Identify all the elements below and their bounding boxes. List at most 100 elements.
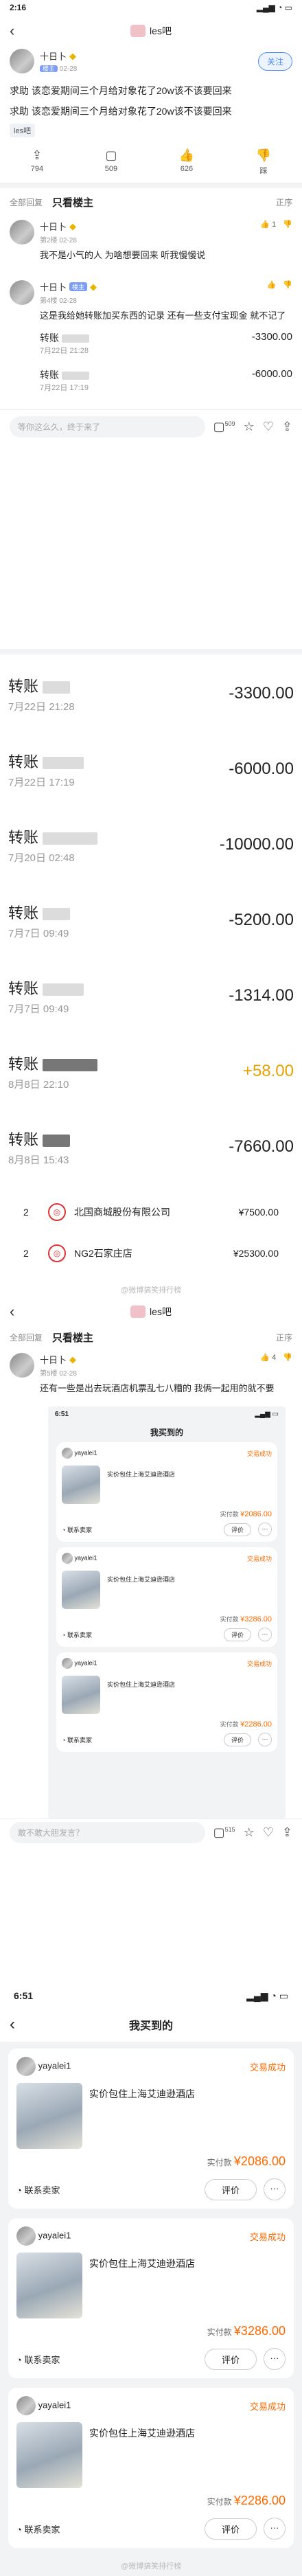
product-title[interactable]: 实价包住上海艾迪逊酒店 bbox=[89, 2087, 286, 2101]
more-button[interactable]: ··· bbox=[258, 1628, 272, 1641]
op-level: 楼主 bbox=[69, 282, 88, 291]
merchant-row[interactable]: 2 ◎ NG2石家庄店 ¥25300.00 bbox=[0, 1233, 302, 1274]
product-thumbnail[interactable] bbox=[16, 2253, 82, 2318]
comment-icon[interactable]: ▢509 bbox=[213, 420, 235, 434]
product-title[interactable]: 实价包住上海艾迪逊酒店 bbox=[107, 1575, 272, 1584]
dislike-icon[interactable]: 👎 bbox=[283, 280, 292, 289]
contact-seller-button[interactable]: ◔ 联系卖家 bbox=[16, 2522, 60, 2535]
forum-title[interactable]: les吧 bbox=[130, 24, 172, 38]
forum-tag[interactable]: les吧 bbox=[10, 124, 36, 137]
evaluate-button[interactable]: 评价 bbox=[223, 1733, 251, 1746]
contact-seller-button[interactable]: ◔ 联系卖家 bbox=[62, 1735, 92, 1744]
post-line: 求助 该恋爱期间三个月给对象花了20w该不该要回来 bbox=[10, 85, 232, 96]
evaluate-button[interactable]: 评价 bbox=[204, 2348, 257, 2370]
filter-all[interactable]: 全部回复 bbox=[10, 196, 43, 208]
reply-input[interactable]: 等你这么久，终于来了 bbox=[10, 416, 205, 437]
transaction-row[interactable]: 转账 7月7日 09:49 -1314.00 bbox=[0, 958, 302, 1034]
product-title[interactable]: 实价包住上海艾迪逊酒店 bbox=[89, 2426, 286, 2440]
reply-author[interactable]: 十日卜 bbox=[40, 280, 67, 293]
more-button[interactable]: ··· bbox=[258, 1523, 272, 1536]
avatar[interactable] bbox=[10, 1353, 34, 1378]
avatar[interactable] bbox=[10, 220, 34, 244]
contact-seller-button[interactable]: ◔ 联系卖家 bbox=[62, 1630, 92, 1639]
avatar[interactable] bbox=[10, 49, 34, 73]
op-name[interactable]: 十日卜 bbox=[40, 49, 67, 62]
transaction-row[interactable]: 转账 7月7日 09:49 -5200.00 bbox=[0, 882, 302, 958]
order-card[interactable]: yayalei1 交易成功 实价包住上海艾迪逊酒店 实付款 ¥2286.00 ◔ 联系卖… bbox=[56, 1652, 277, 1752]
seller-name[interactable]: yayalei1 bbox=[62, 1658, 97, 1669]
order-card[interactable]: yayalei1 交易成功 实价包住上海艾迪逊酒店 实付款 ¥3286.00 ◔ 联系卖… bbox=[56, 1547, 277, 1647]
like-icon[interactable]: 👍 4 bbox=[260, 1353, 276, 1362]
reply-date: 02-28 bbox=[59, 297, 77, 305]
contact-seller-button[interactable]: ◔ 联系卖家 bbox=[16, 2183, 60, 2196]
more-button[interactable]: ··· bbox=[258, 1733, 272, 1746]
reply-author[interactable]: 十日卜 bbox=[40, 220, 67, 233]
sort-toggle[interactable]: 正序 bbox=[276, 1332, 292, 1343]
dislike-icon[interactable]: 👎 bbox=[283, 220, 292, 229]
comment-button[interactable]: ▢ 509 bbox=[105, 148, 117, 176]
product-title[interactable]: 实价包住上海艾迪逊酒店 bbox=[107, 1680, 272, 1689]
seller-label: yayalei1 bbox=[38, 2060, 71, 2071]
share-button[interactable]: ⇪ 794 bbox=[31, 148, 43, 176]
reply-input[interactable]: 敢不敢大胆发言？ bbox=[10, 1822, 205, 1843]
evaluate-button[interactable]: 评价 bbox=[223, 1523, 251, 1536]
more-button[interactable]: ··· bbox=[264, 2518, 286, 2540]
seller-name[interactable]: yayalei1 bbox=[16, 2057, 71, 2076]
transaction-row[interactable]: 转账 7月20日 02:48 -10000.00 bbox=[0, 807, 302, 882]
evaluate-button[interactable]: 评价 bbox=[223, 1628, 251, 1641]
star-icon[interactable]: ☆ bbox=[244, 1825, 255, 1840]
seller-name[interactable]: yayalei1 bbox=[16, 2396, 71, 2415]
contact-seller-button[interactable]: ◔ 联系卖家 bbox=[62, 1525, 92, 1534]
order-card[interactable]: yayalei1 交易成功 实价包住上海艾迪逊酒店 实付款 ¥2286.00 ◔ 联系卖… bbox=[8, 2388, 294, 2548]
order-card[interactable]: yayalei1 交易成功 实价包住上海艾迪逊酒店 实付款 ¥2086.00 ◔ 联系卖… bbox=[8, 2049, 294, 2209]
share-icon[interactable]: ⇪ bbox=[282, 1825, 292, 1840]
reply-likes: 4 bbox=[272, 1354, 277, 1362]
more-button[interactable]: ··· bbox=[264, 2348, 286, 2370]
product-title[interactable]: 实价包住上海艾迪逊酒店 bbox=[107, 1470, 272, 1479]
transaction-row[interactable]: 转账 8月8日 22:10 +58.00 bbox=[0, 1034, 302, 1109]
back-icon[interactable]: ‹ bbox=[10, 2015, 15, 2034]
more-button[interactable]: ··· bbox=[264, 2178, 286, 2200]
dislike-icon[interactable]: 👎 bbox=[283, 1353, 292, 1362]
merchant-list: 2 ◎ 北国商城股份有限公司 ¥7500.00 2 ◎ NG2石家庄店 ¥253… bbox=[0, 1192, 302, 1274]
evaluate-button[interactable]: 评价 bbox=[204, 2518, 257, 2540]
filter-only-op[interactable]: 只看楼主 bbox=[52, 195, 93, 209]
filter-only-op[interactable]: 只看楼主 bbox=[52, 1330, 93, 1345]
like-icon[interactable]: ♡ bbox=[263, 1825, 274, 1840]
merchant-row[interactable]: 2 ◎ 北国商城股份有限公司 ¥7500.00 bbox=[0, 1192, 302, 1233]
like-icon[interactable]: ♡ bbox=[263, 420, 274, 434]
back-icon[interactable]: ‹ bbox=[10, 22, 26, 40]
dislike-button[interactable]: 👎 踩 bbox=[256, 148, 271, 176]
evaluate-button[interactable]: 评价 bbox=[204, 2178, 257, 2200]
comment-icon[interactable]: ▢515 bbox=[213, 1825, 235, 1840]
like-icon[interactable]: 👍 1 bbox=[260, 220, 276, 229]
product-title[interactable]: 实价包住上海艾迪逊酒店 bbox=[89, 2257, 286, 2270]
like-button[interactable]: 👍 626 bbox=[179, 148, 194, 176]
filter-all[interactable]: 全部回复 bbox=[10, 1332, 43, 1343]
sort-toggle[interactable]: 正序 bbox=[276, 196, 292, 208]
embedded-screenshot[interactable]: 6:51 ▂▄▆ ▭ 我买到的 yayalei1 交易成功 实价包住上海艾迪逊酒店 实付… bbox=[48, 1406, 286, 1819]
star-icon[interactable]: ☆ bbox=[244, 420, 255, 434]
contact-seller-button[interactable]: ◔ 联系卖家 bbox=[16, 2353, 60, 2366]
seller-name[interactable]: yayalei1 bbox=[62, 1448, 97, 1459]
merchant-name: NG2石家庄店 bbox=[74, 1248, 132, 1259]
reply-author[interactable]: 十日卜 bbox=[40, 1353, 67, 1366]
seller-name[interactable]: yayalei1 bbox=[16, 2226, 71, 2246]
transaction-row[interactable]: 转账 7月22日 21:28 -3300.00 bbox=[0, 656, 302, 731]
product-thumbnail[interactable] bbox=[16, 2083, 82, 2149]
back-icon[interactable]: ‹ bbox=[10, 1303, 26, 1321]
transaction-row[interactable]: 转账 7月22日 17:19 -6000.00 bbox=[0, 731, 302, 807]
forum-title[interactable]: les吧 bbox=[130, 1305, 172, 1319]
seller-name[interactable]: yayalei1 bbox=[62, 1553, 97, 1564]
like-icon[interactable]: 👍 bbox=[267, 280, 277, 289]
order-card[interactable]: yayalei1 交易成功 实价包住上海艾迪逊酒店 实付款 ¥2086.00 ◔ 联系卖… bbox=[56, 1442, 277, 1542]
share-icon[interactable]: ⇪ bbox=[282, 420, 292, 434]
product-thumbnail[interactable] bbox=[62, 1571, 100, 1609]
product-thumbnail[interactable] bbox=[62, 1676, 100, 1714]
transaction-row[interactable]: 转账 8月8日 15:43 -7660.00 bbox=[0, 1109, 302, 1185]
product-thumbnail[interactable] bbox=[16, 2422, 82, 2488]
order-card[interactable]: yayalei1 交易成功 实价包住上海艾迪逊酒店 实付款 ¥3286.00 ◔ 联系卖… bbox=[8, 2218, 294, 2378]
product-thumbnail[interactable] bbox=[62, 1466, 100, 1504]
avatar[interactable] bbox=[10, 280, 34, 305]
follow-button[interactable]: 关注 bbox=[257, 52, 292, 71]
